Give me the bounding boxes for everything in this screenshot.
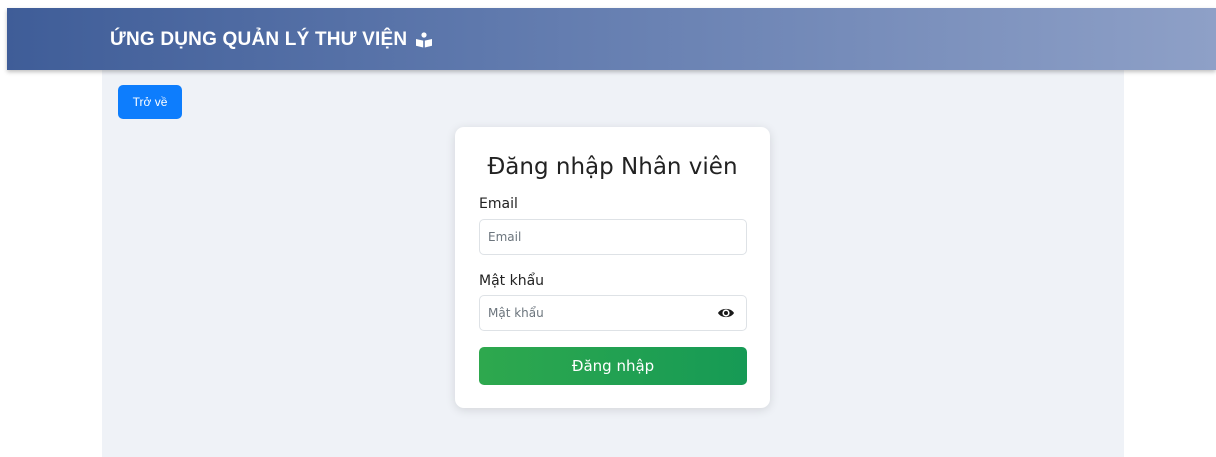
eye-icon[interactable] xyxy=(717,305,735,321)
password-input[interactable] xyxy=(480,296,708,330)
email-label: Email xyxy=(479,196,518,212)
main-content: Trở về Đăng nhập Nhân viên Email Mật khẩ… xyxy=(102,70,1124,457)
back-button[interactable]: Trở về xyxy=(118,85,182,119)
password-label: Mật khẩu xyxy=(479,273,545,289)
email-field-wrapper xyxy=(479,219,747,255)
password-field-wrapper xyxy=(479,295,747,331)
app-title: ỨNG DỤNG QUẢN LÝ THƯ VIỆN xyxy=(110,29,433,51)
login-card: Đăng nhập Nhân viên Email Mật khẩu Đăng … xyxy=(455,127,770,408)
app-header: ỨNG DỤNG QUẢN LÝ THƯ VIỆN xyxy=(7,8,1216,70)
login-button[interactable]: Đăng nhập xyxy=(479,347,747,385)
book-reader-icon xyxy=(416,32,433,48)
login-title: Đăng nhập Nhân viên xyxy=(487,154,738,180)
app-title-text: ỨNG DỤNG QUẢN LÝ THƯ VIỆN xyxy=(110,29,408,50)
email-input[interactable] xyxy=(480,220,708,254)
